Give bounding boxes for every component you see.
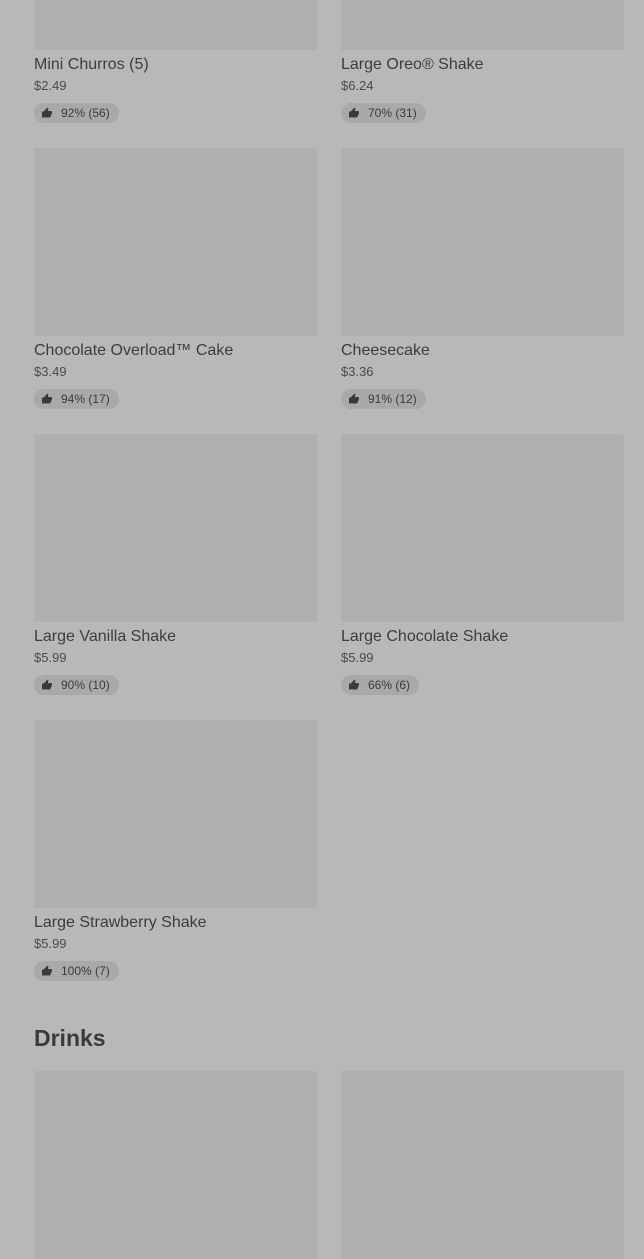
rating-text: 70% (31) [368, 106, 417, 120]
menu-item-price: $5.99 [34, 650, 67, 665]
menu-row: Large Strawberry Shake $5.99 100% (7) [34, 720, 624, 1006]
rating-badge: 66% (6) [341, 675, 420, 695]
menu-item-name: Large Vanilla Shake [34, 628, 177, 645]
menu-item-grid: Mini Churros (5) $2.49 92% (56) Large Or… [34, 0, 624, 1006]
menu-item-price: $2.49 [34, 78, 67, 93]
thumbs-up-icon [42, 965, 52, 976]
menu-item-image[interactable] [34, 720, 317, 908]
menu-item-price: $6.24 [341, 78, 374, 93]
rating-badge: 90% (10) [34, 675, 119, 695]
rating-text: 94% (17) [61, 392, 110, 406]
menu-item-name: Mini Churros (5) [34, 56, 149, 73]
rating-badge: 70% (31) [341, 103, 426, 123]
thumbs-up-icon [349, 393, 359, 404]
menu-item-price: $5.99 [341, 650, 374, 665]
menu-item-card[interactable]: Large Vanilla Shake $5.99 90% (10) [34, 434, 317, 720]
thumbs-up-icon [42, 393, 52, 404]
menu-item-image[interactable] [341, 434, 624, 622]
rating-badge: 92% (56) [34, 103, 119, 123]
section-title-drinks: Drinks [34, 1025, 106, 1051]
menu-item-card[interactable]: Chocolate Overload™ Cake $3.49 94% (17) [34, 148, 317, 434]
menu-item-image[interactable] [341, 0, 624, 50]
menu-item-name: Chocolate Overload™ Cake [34, 342, 234, 359]
menu-item-image[interactable] [34, 0, 317, 50]
menu-item-card[interactable]: Large Strawberry Shake $5.99 100% (7) [34, 720, 317, 1006]
menu-item-card[interactable]: Large Oreo® Shake $6.24 70% (31) [341, 0, 624, 148]
menu-item-image[interactable] [34, 434, 317, 622]
menu-item-name: Large Oreo® Shake [341, 56, 484, 73]
rating-badge: 91% (12) [341, 389, 426, 409]
thumbs-up-icon [42, 107, 52, 118]
rating-badge: 94% (17) [34, 389, 119, 409]
menu-item-card[interactable]: Large Chocolate Shake $5.99 66% (6) [341, 434, 624, 720]
menu-item-name: Large Chocolate Shake [341, 628, 509, 645]
drinks-row [34, 1071, 624, 1259]
menu-item-price: $5.99 [34, 936, 67, 951]
menu-row: Large Vanilla Shake $5.99 90% (10) Large… [34, 434, 624, 720]
rating-text: 100% (7) [61, 964, 110, 978]
thumbs-up-icon [42, 679, 52, 690]
menu-item-name: Large Strawberry Shake [34, 914, 207, 931]
menu-item-name: Cheesecake [341, 342, 430, 359]
rating-badge: 100% (7) [34, 961, 119, 981]
thumbs-up-icon [349, 107, 359, 118]
menu-row: Mini Churros (5) $2.49 92% (56) Large Or… [34, 0, 624, 148]
drink-item-image[interactable] [34, 1071, 317, 1259]
menu-item-image[interactable] [34, 148, 317, 336]
thumbs-up-icon [349, 679, 359, 690]
menu-row: Chocolate Overload™ Cake $3.49 94% (17) … [34, 148, 624, 434]
menu-item-card[interactable]: Cheesecake $3.36 91% (12) [341, 148, 624, 434]
rating-text: 90% (10) [61, 678, 110, 692]
menu-item-image[interactable] [341, 148, 624, 336]
menu-item-card[interactable]: Mini Churros (5) $2.49 92% (56) [34, 0, 317, 148]
rating-text: 92% (56) [61, 106, 110, 120]
rating-text: 66% (6) [368, 678, 411, 692]
menu-item-price: $3.36 [341, 364, 374, 379]
rating-text: 91% (12) [368, 392, 417, 406]
drink-item-image[interactable] [341, 1071, 624, 1259]
menu-item-price: $3.49 [34, 364, 67, 379]
